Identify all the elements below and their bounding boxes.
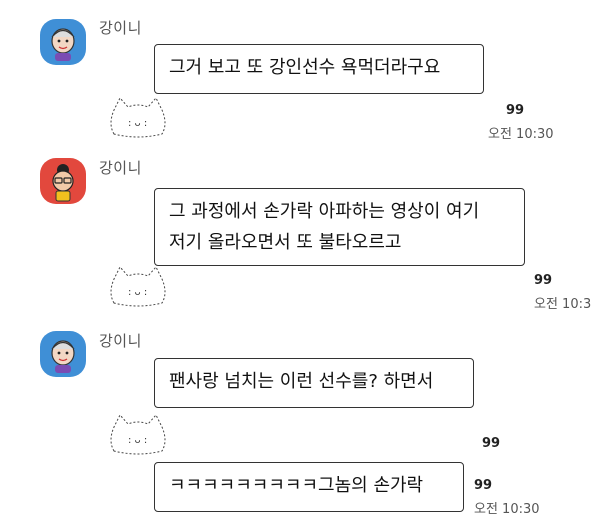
message-bubble[interactable]: ㅋㅋㅋㅋㅋㅋㅋㅋㅋ그놈의 손가락 (154, 462, 464, 512)
avatar[interactable] (40, 158, 86, 204)
read-count: 99 (534, 273, 553, 288)
svg-text:: ᴗ :: : ᴗ : (128, 118, 147, 129)
timestamp: 오전 10:30 (488, 127, 554, 142)
svg-text:: ᴗ :: : ᴗ : (128, 435, 147, 446)
timestamp: 오전 10:3 (534, 297, 592, 312)
cat-sticker-icon: : ᴗ : (110, 97, 166, 138)
sender-name: 강이니 (99, 159, 142, 177)
message-bubble[interactable]: 팬사랑 넘치는 이런 선수를? 하면서 (154, 358, 474, 408)
message-bubble[interactable]: 그거 보고 또 강인선수 욕먹더라구요 (154, 44, 484, 94)
cat-sticker-icon: : ᴗ : (110, 414, 166, 455)
read-count: 99 (506, 103, 525, 118)
read-count: 99 (474, 478, 493, 493)
timestamp: 오전 10:30 (474, 502, 540, 517)
avatar[interactable] (40, 19, 86, 65)
read-count: 99 (482, 436, 501, 451)
cat-sticker-icon: : ᴗ : (110, 266, 166, 307)
avatar[interactable] (40, 331, 86, 377)
sender-name: 강이니 (99, 332, 142, 350)
svg-text:: ᴗ :: : ᴗ : (128, 287, 147, 298)
message-bubble[interactable]: 그 과정에서 손가락 아파하는 영상이 여기 저기 올라오면서 또 불타오르고 (154, 188, 525, 266)
sender-name: 강이니 (99, 19, 142, 37)
